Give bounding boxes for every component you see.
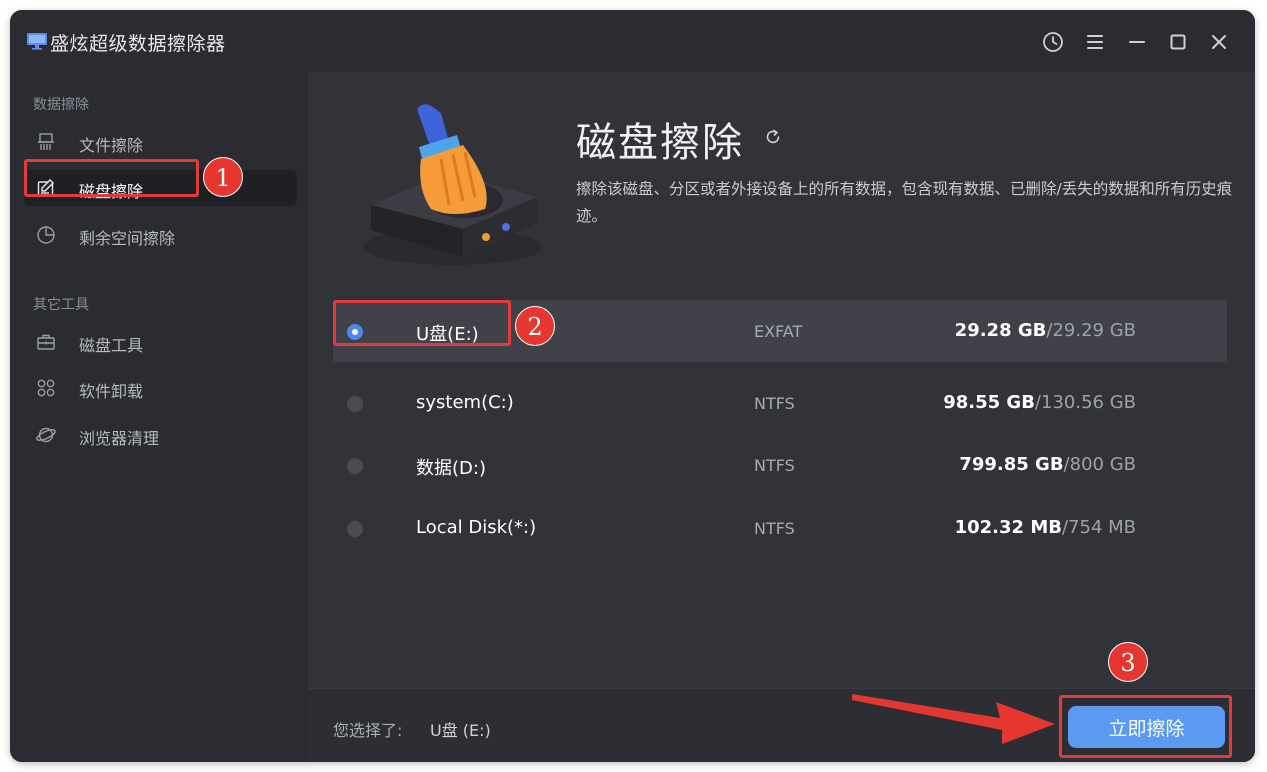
disk-size: 98.55 GB/130.56 GB [943, 392, 1136, 413]
disk-total: /754 MB [1061, 517, 1136, 538]
disk-used: 98.55 GB [943, 392, 1035, 413]
app-window: 盛炫超级数据擦除器 数据擦除 文件擦除 磁盘擦除 剩余空间擦除 其它工具 磁盘工… [10, 10, 1255, 762]
annotation-highlight-disk-wipe [24, 159, 199, 197]
annotation-badge-1: 1 [203, 157, 243, 197]
disk-used: 29.28 GB [954, 320, 1047, 341]
radio-button[interactable] [347, 521, 363, 537]
sidebar-item-disk-tools[interactable]: 磁盘工具 [24, 324, 297, 360]
minimize-icon[interactable] [1125, 30, 1149, 54]
radio-button[interactable] [347, 458, 363, 474]
disk-filesystem: NTFS [754, 394, 795, 413]
section-title-data-wipe: 数据擦除 [33, 97, 89, 113]
disk-row[interactable]: 数据(D:) NTFS 799.85 GB/800 GB [333, 434, 1227, 496]
title-bar: 盛炫超级数据擦除器 [10, 10, 1255, 72]
file-shred-icon [38, 133, 54, 150]
sidebar-item-label: 磁盘工具 [79, 336, 144, 355]
close-icon[interactable] [1207, 30, 1231, 54]
section-title-other-tools: 其它工具 [33, 297, 89, 313]
sidebar-item-uninstall[interactable]: 软件卸载 [24, 370, 297, 406]
annotation-arrow-icon [852, 694, 1055, 744]
annotation-badge-3: 3 [1108, 642, 1148, 682]
refresh-icon[interactable] [764, 128, 782, 146]
sidebar-item-file-wipe[interactable]: 文件擦除 [24, 124, 297, 160]
pie-chart-icon [37, 226, 55, 244]
disk-filesystem: EXFAT [754, 322, 803, 341]
browser-icon [36, 427, 56, 443]
app-title: 盛炫超级数据擦除器 [50, 33, 226, 55]
menu-icon[interactable] [1083, 30, 1107, 54]
maximize-icon[interactable] [1166, 30, 1190, 54]
apps-grid-icon [37, 379, 55, 397]
sidebar-item-label: 软件卸载 [79, 382, 144, 401]
disk-size: 799.85 GB/800 GB [959, 454, 1136, 475]
annotation-highlight-usb-disk [333, 300, 511, 346]
monitor-icon [27, 33, 47, 50]
history-icon[interactable] [1041, 30, 1065, 54]
sidebar-item-free-space-wipe[interactable]: 剩余空间擦除 [24, 217, 297, 253]
disk-total: /130.56 GB [1034, 392, 1136, 413]
sidebar-item-label: 剩余空间擦除 [79, 229, 176, 248]
annotation-highlight-wipe-button [1059, 695, 1232, 758]
disk-used: 102.32 MB [954, 517, 1062, 538]
disk-filesystem: NTFS [754, 456, 795, 475]
sidebar-item-label: 浏览器清理 [79, 429, 160, 448]
page-description: 擦除该磁盘、分区或者外接设备上的所有数据，包含现有数据、已删除/丢失的数据和所有… [576, 180, 1233, 225]
disk-total: /29.29 GB [1046, 320, 1136, 341]
annotation-badge-2: 2 [515, 306, 555, 346]
disk-broom-illustration [363, 104, 543, 265]
disk-total: /800 GB [1063, 454, 1136, 475]
sidebar-item-browser-clean[interactable]: 浏览器清理 [24, 417, 297, 453]
disk-row[interactable]: Local Disk(*:) NTFS 102.32 MB/754 MB [333, 497, 1227, 559]
disk-size: 29.28 GB/29.29 GB [955, 320, 1136, 341]
page-title: 磁盘擦除 [576, 120, 744, 166]
disk-name: 数据(D:) [416, 458, 486, 479]
disk-filesystem: NTFS [754, 519, 795, 538]
disk-size: 102.32 MB/754 MB [955, 517, 1136, 538]
toolbox-icon [37, 334, 55, 350]
disk-row[interactable]: system(C:) NTFS 98.55 GB/130.56 GB [333, 372, 1227, 434]
selection-value: U盘 (E:) [430, 721, 491, 740]
selection-label: 您选择了: [333, 721, 403, 740]
disk-name: system(C:) [416, 392, 514, 413]
sidebar-item-label: 文件擦除 [79, 136, 144, 155]
disk-name: Local Disk(*:) [416, 517, 537, 538]
radio-button[interactable] [347, 396, 363, 412]
disk-used: 799.85 GB [959, 454, 1064, 475]
